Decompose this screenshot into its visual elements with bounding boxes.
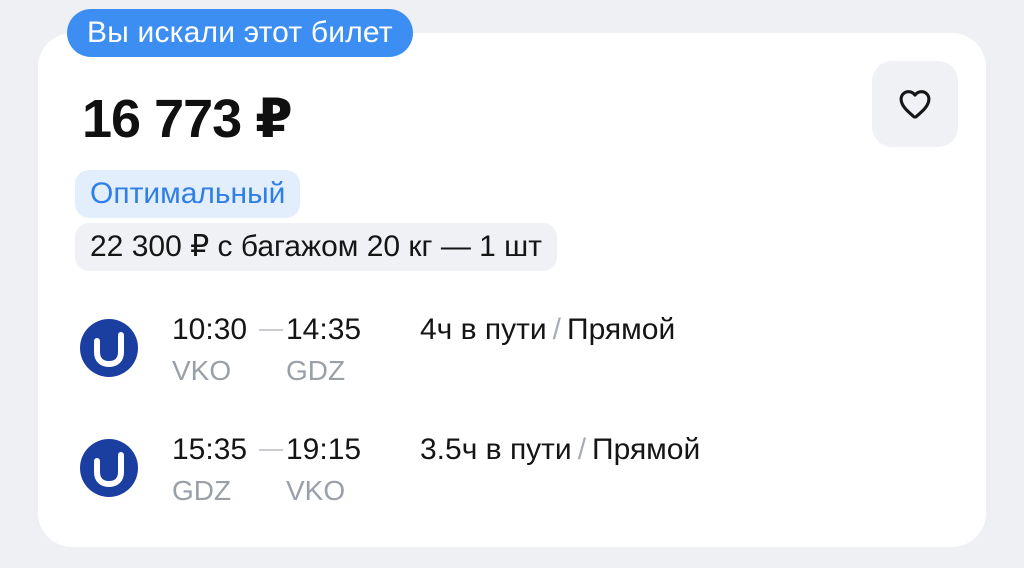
departure-airport-code: GDZ — [172, 475, 232, 506]
time-divider — [259, 449, 283, 451]
flight-segment-return: 15:35 19:15 GDZ VKO 3.5ч в пути / Прямой — [38, 430, 986, 510]
arrival-airport-code: GDZ — [286, 355, 346, 386]
flight-duration: 4ч в пути / Прямой — [420, 310, 675, 350]
duration-text: 4ч в пути — [420, 313, 547, 346]
departure-airport-code: VKO — [172, 355, 232, 386]
flight-segment-outbound: 10:30 14:35 VKO GDZ 4ч в пути / Прямой — [38, 310, 986, 390]
heart-icon — [899, 90, 931, 119]
duration-text: 3.5ч в пути — [420, 433, 572, 466]
duration-separator: / — [552, 313, 562, 346]
departure-time: 10:30 — [172, 313, 248, 346]
baggage-price-tag: 22 300 ₽ с багажом 20 кг — 1 шт — [75, 223, 557, 271]
ticket-price: 16 773 ₽ — [82, 89, 293, 149]
searched-ticket-badge: Вы искали этот билет — [67, 9, 413, 57]
time-divider — [259, 329, 283, 331]
flight-duration: 3.5ч в пути / Прямой — [420, 430, 700, 470]
flight-type: Прямой — [567, 313, 676, 346]
airline-logo-icon — [80, 439, 138, 497]
favorite-button[interactable] — [872, 61, 958, 147]
flight-type: Прямой — [592, 433, 701, 466]
ticket-card[interactable]: 16 773 ₽ Оптимальный 22 300 ₽ с багажом … — [38, 33, 986, 547]
duration-separator: / — [577, 433, 587, 466]
departure-time: 15:35 — [172, 433, 248, 466]
arrival-time: 14:35 — [286, 313, 362, 346]
arrival-time: 19:15 — [286, 433, 362, 466]
optimal-tag: Оптимальный — [75, 170, 301, 218]
airline-logo-icon — [80, 319, 138, 377]
arrival-airport-code: VKO — [286, 475, 346, 506]
